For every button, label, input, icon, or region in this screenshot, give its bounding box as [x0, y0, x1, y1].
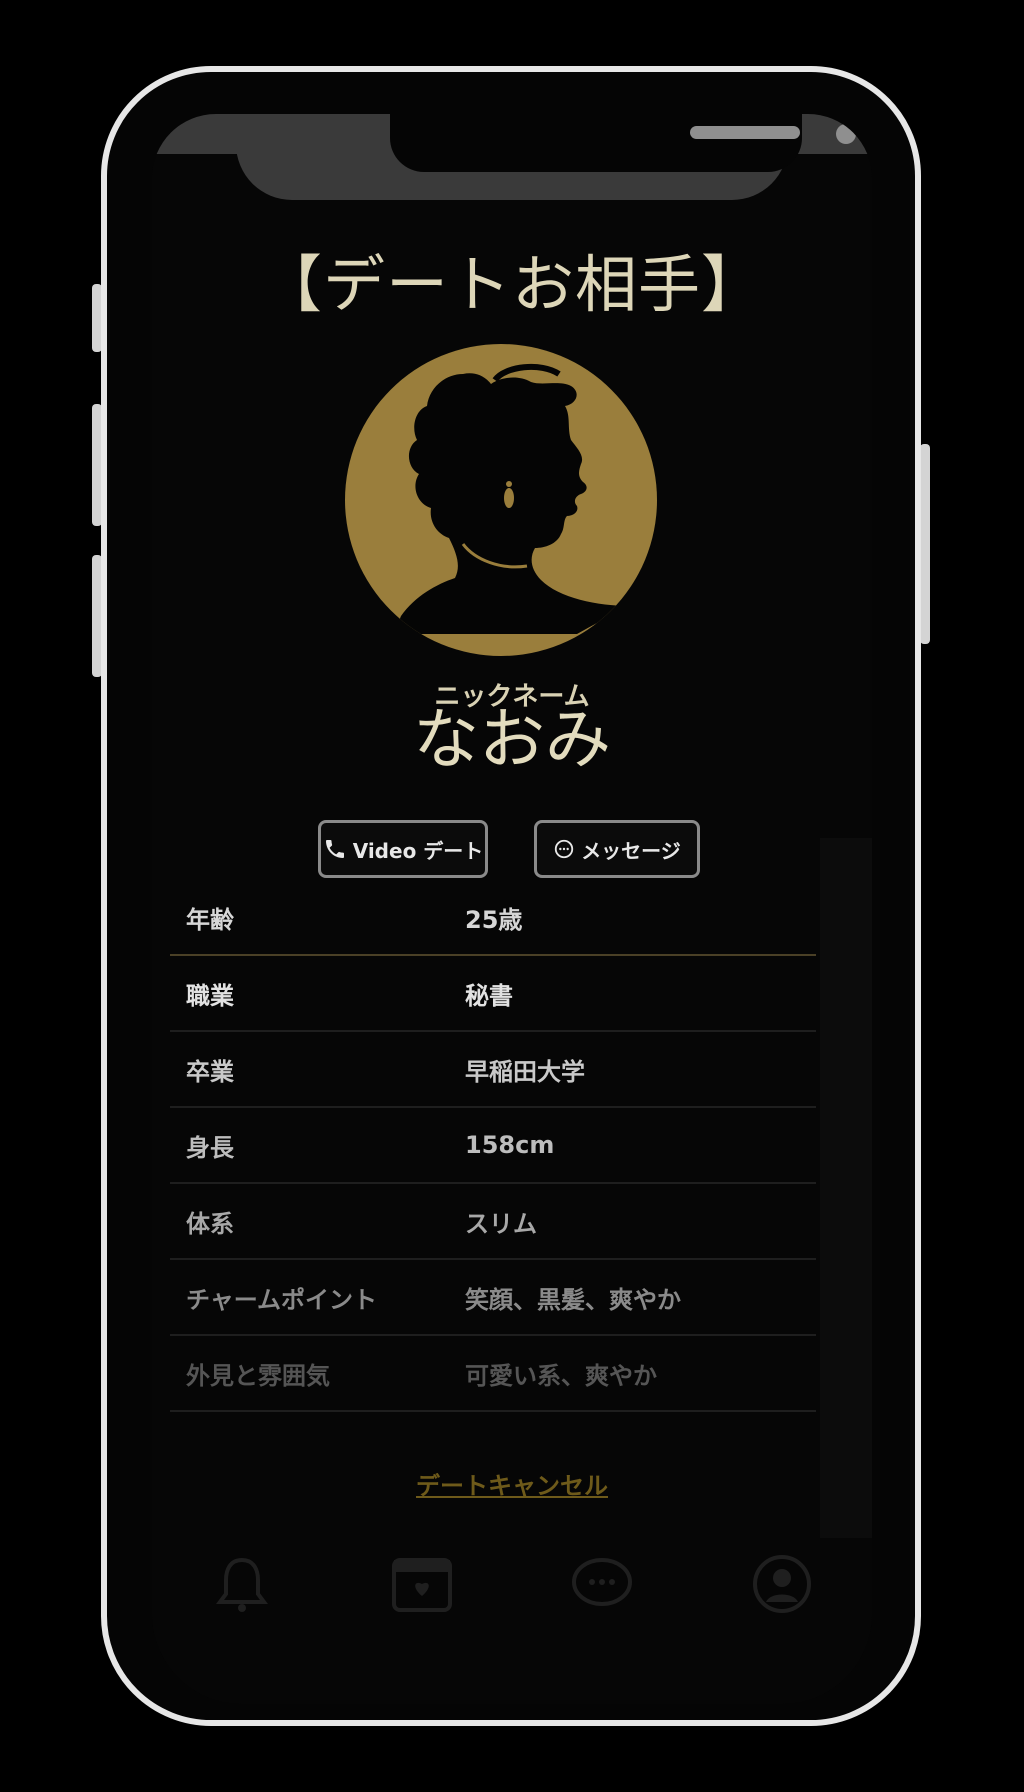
tab-notifications[interactable] — [167, 1554, 317, 1614]
row-value: 158cm — [465, 1131, 555, 1159]
row-value: 早稲田大学 — [465, 1057, 585, 1086]
front-camera — [836, 124, 856, 144]
notch — [236, 114, 856, 200]
table-row-appearance: 外見と雰囲気 可愛い系、爽やか — [170, 1336, 816, 1412]
table-row-body-type: 体系 スリム — [170, 1184, 816, 1260]
row-key: チャームポイント — [186, 1285, 378, 1314]
table-row-occupation: 職業 秘書 — [170, 956, 816, 1032]
page-title: 【デートお相手】 — [259, 248, 764, 321]
video-date-button[interactable]: Video デート — [318, 820, 488, 878]
row-value: 25歳 — [465, 905, 523, 934]
tab-schedule[interactable] — [347, 1554, 497, 1614]
avatar — [345, 344, 657, 656]
row-key: 外見と雰囲気 — [186, 1361, 330, 1390]
chat-bubble-icon — [555, 839, 574, 859]
speaker-grille — [690, 126, 800, 139]
nickname-value: なおみ — [413, 701, 611, 778]
profile-icon — [753, 1555, 811, 1613]
app-stage: 【デートお相手】 ニックネーム なおみ Video デート メッセージ 年齢 2… — [0, 0, 1024, 1792]
tab-messages[interactable] — [527, 1554, 677, 1614]
phone-screen: 【デートお相手】 ニックネーム なおみ Video デート メッセージ 年齢 2… — [152, 114, 872, 1704]
scroll-track — [820, 838, 872, 1538]
profile-table: 年齢 25歳 職業 秘書 卒業 早稲田大学 身長 158cm 体系 スリム チャ… — [170, 880, 816, 1412]
power-button — [920, 444, 930, 644]
calendar-icon — [392, 1558, 452, 1612]
tab-profile[interactable] — [707, 1554, 857, 1614]
row-value: 秘書 — [465, 981, 513, 1010]
row-value: 笑顔、黒髪、爽やか — [465, 1285, 681, 1314]
table-row-age: 年齢 25歳 — [170, 880, 816, 956]
row-key: 職業 — [186, 981, 234, 1010]
row-key: 卒業 — [186, 1057, 234, 1086]
table-row-education: 卒業 早稲田大学 — [170, 1032, 816, 1108]
row-value: 可愛い系、爽やか — [465, 1361, 657, 1390]
cancel-date-link[interactable]: デートキャンセル — [152, 1466, 872, 1501]
video-date-label: Video デート — [352, 838, 484, 863]
phone-icon — [325, 840, 344, 858]
row-key: 身長 — [186, 1133, 234, 1162]
row-key: 年齢 — [186, 905, 234, 934]
table-row-charm-point: チャームポイント 笑顔、黒髪、爽やか — [170, 1260, 816, 1336]
row-value: スリム — [465, 1209, 537, 1238]
bottom-tab-bar — [152, 1554, 872, 1674]
bell-icon — [216, 1557, 268, 1612]
table-row-height: 身長 158cm — [170, 1108, 816, 1184]
message-label: メッセージ — [581, 838, 681, 863]
message-button[interactable]: メッセージ — [534, 820, 700, 878]
row-key: 体系 — [186, 1209, 234, 1238]
woman-silhouette-icon — [399, 363, 631, 634]
notch-cutout — [390, 114, 856, 172]
chat-icon — [572, 1558, 632, 1606]
